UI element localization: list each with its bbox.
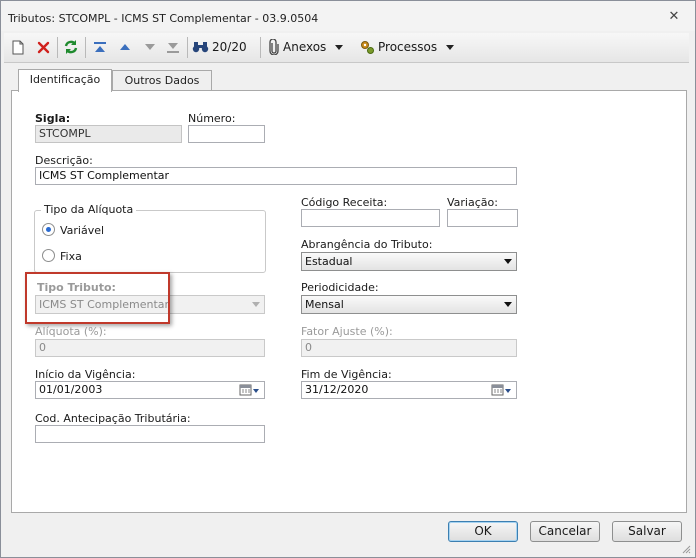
abrangencia-value: Estadual bbox=[305, 255, 353, 268]
inicio-vigencia-value: 01/01/2003 bbox=[39, 383, 103, 396]
toolbar: 20/20 Anexos Processos bbox=[4, 33, 689, 63]
fator-ajuste-field[interactable]: 0 bbox=[301, 339, 517, 357]
toolbar-separator bbox=[85, 37, 86, 58]
previous-record-icon[interactable] bbox=[116, 37, 134, 57]
descricao-label: Descrição: bbox=[35, 154, 93, 167]
processes-menu-button[interactable]: Processos bbox=[359, 37, 459, 57]
window-title: Tributos: STCOMPL - ICMS ST Complementar… bbox=[8, 12, 319, 25]
tab-identificacao[interactable]: Identificação bbox=[18, 69, 112, 92]
sigla-field[interactable]: STCOMPL bbox=[35, 125, 182, 143]
sigla-label: Sigla: bbox=[35, 112, 71, 125]
fim-vigencia-value: 31/12/2020 bbox=[305, 383, 369, 396]
tipo-tributo-value: ICMS ST Complementar bbox=[39, 298, 170, 311]
last-record-icon[interactable] bbox=[164, 37, 182, 57]
title-bar: Tributos: STCOMPL - ICMS ST Complementar… bbox=[1, 1, 695, 31]
fim-vigencia-field[interactable]: 31/12/2020 bbox=[301, 381, 517, 399]
record-counter: 20/20 bbox=[212, 40, 247, 54]
aliquota-label: Alíquota (%): bbox=[35, 325, 107, 338]
periodicidade-label: Periodicidade: bbox=[301, 281, 379, 294]
codigo-receita-field[interactable] bbox=[301, 209, 440, 227]
radio-variavel[interactable] bbox=[42, 223, 55, 236]
abrangencia-select[interactable]: Estadual bbox=[301, 252, 517, 271]
tipo-aliquota-title: Tipo da Alíquota bbox=[41, 203, 137, 216]
inicio-vigencia-label: Início da Vigência: bbox=[35, 368, 136, 381]
descricao-field[interactable]: ICMS ST Complementar bbox=[35, 167, 517, 185]
tipo-tributo-label: Tipo Tributo: bbox=[37, 281, 116, 294]
variacao-field[interactable] bbox=[447, 209, 518, 227]
save-button[interactable]: Salvar bbox=[612, 521, 682, 542]
fator-ajuste-label: Fator Ajuste (%): bbox=[301, 325, 393, 338]
chevron-down-icon bbox=[504, 259, 512, 264]
tipo-aliquota-group: Tipo da Alíquota bbox=[34, 203, 266, 273]
aliquota-field[interactable]: 0 bbox=[35, 339, 265, 357]
calendar-icon[interactable] bbox=[491, 383, 513, 397]
chevron-down-icon bbox=[335, 44, 344, 50]
gears-icon bbox=[361, 41, 374, 54]
binoculars-icon bbox=[192, 42, 209, 53]
fim-vigencia-label: Fim de Vigência: bbox=[301, 368, 392, 381]
ok-button[interactable]: OK bbox=[448, 521, 518, 542]
radio-variavel-label: Variável bbox=[60, 224, 105, 237]
delete-icon[interactable] bbox=[35, 37, 51, 57]
attachment-icon bbox=[269, 39, 279, 55]
chevron-down-icon bbox=[504, 302, 512, 307]
cancel-button[interactable]: Cancelar bbox=[530, 521, 600, 542]
find-record-button[interactable]: 20/20 bbox=[192, 37, 254, 57]
toolbar-separator bbox=[187, 37, 188, 58]
cod-antecipacao-label: Cod. Antecipação Tributária: bbox=[35, 412, 191, 425]
toolbar-separator bbox=[57, 37, 58, 58]
radio-fixa-label: Fixa bbox=[60, 250, 82, 263]
variacao-label: Variação: bbox=[447, 196, 498, 209]
chevron-down-icon bbox=[446, 44, 455, 50]
refresh-icon[interactable] bbox=[62, 37, 80, 57]
first-record-icon[interactable] bbox=[91, 37, 109, 57]
attachments-menu-button[interactable]: Anexos bbox=[268, 37, 354, 57]
periodicidade-value: Mensal bbox=[305, 298, 344, 311]
close-icon[interactable]: ✕ bbox=[667, 10, 681, 24]
inicio-vigencia-field[interactable]: 01/01/2003 bbox=[35, 381, 265, 399]
abrangencia-label: Abrangência do Tributo: bbox=[301, 238, 433, 251]
tab-label: Outros Dados bbox=[124, 74, 200, 87]
resize-grip-icon[interactable] bbox=[681, 544, 691, 554]
radio-fixa[interactable] bbox=[42, 249, 55, 262]
new-document-icon[interactable] bbox=[10, 37, 26, 57]
numero-field[interactable] bbox=[188, 125, 265, 143]
tipo-tributo-select[interactable]: ICMS ST Complementar bbox=[35, 295, 265, 314]
next-record-icon[interactable] bbox=[141, 37, 159, 57]
cod-antecipacao-field[interactable] bbox=[35, 425, 265, 443]
tab-label: Identificação bbox=[29, 73, 101, 86]
tributos-dialog: Tributos: STCOMPL - ICMS ST Complementar… bbox=[0, 0, 696, 558]
chevron-down-icon bbox=[252, 302, 260, 307]
processes-label: Processos bbox=[378, 40, 438, 54]
codigo-receita-label: Código Receita: bbox=[301, 196, 388, 209]
calendar-icon[interactable] bbox=[239, 383, 261, 397]
attachments-label: Anexos bbox=[283, 40, 327, 54]
numero-label: Número: bbox=[188, 112, 236, 125]
toolbar-separator bbox=[260, 37, 261, 58]
tab-outros-dados[interactable]: Outros Dados bbox=[112, 70, 212, 91]
periodicidade-select[interactable]: Mensal bbox=[301, 295, 517, 314]
